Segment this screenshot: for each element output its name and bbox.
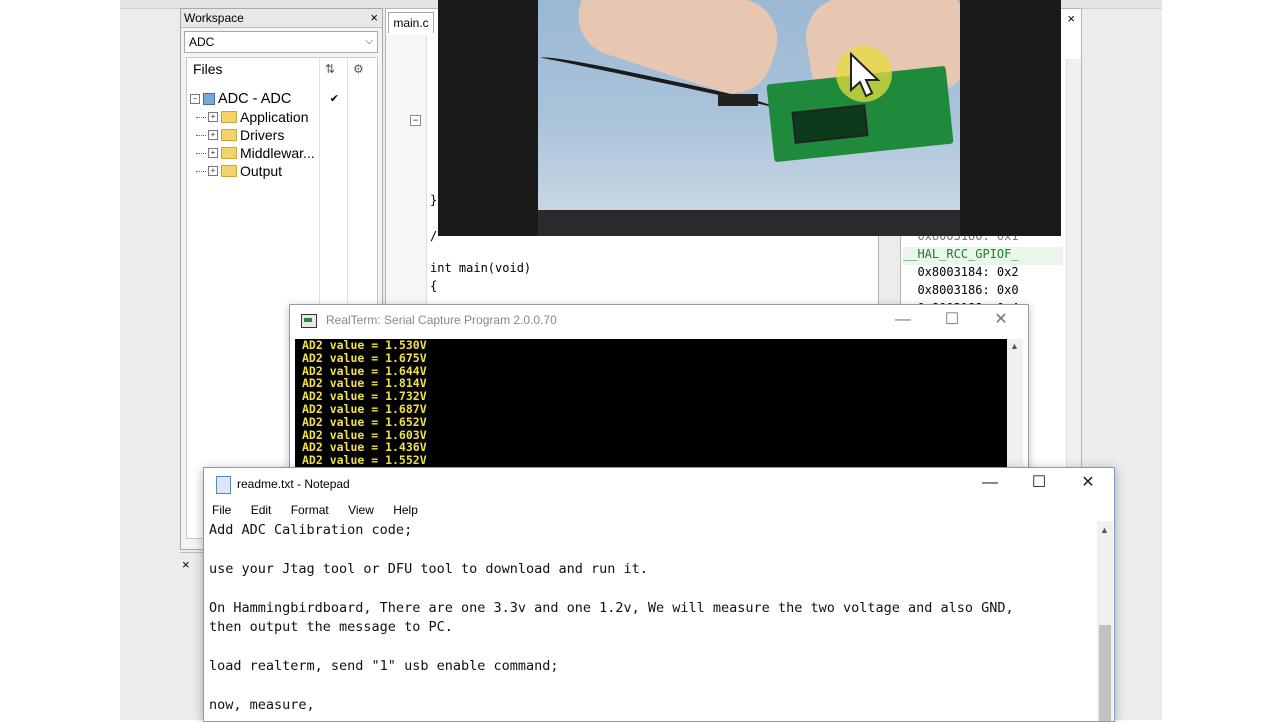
text-line: load realterm, send "1" usb enable comma… xyxy=(209,657,559,674)
minimize-button[interactable]: — xyxy=(975,472,1005,494)
cursor-arrow-icon xyxy=(850,52,881,98)
workspace-title-bar: Workspace × xyxy=(181,9,382,28)
text-line: use your Jtag tool or DFU tool to downlo… xyxy=(209,560,648,577)
maximize-button[interactable]: ☐ xyxy=(1024,472,1054,494)
tree-item-drivers[interactable]: + Drivers xyxy=(190,126,375,144)
realterm-title-bar[interactable]: RealTerm: Serial Capture Program 2.0.0.7… xyxy=(290,305,1028,337)
tree-connector xyxy=(196,170,206,172)
collapse-icon[interactable]: − xyxy=(190,94,200,104)
editor-gutter: − − xyxy=(386,35,427,318)
text-line: now, measure, xyxy=(209,696,315,713)
disassembly-scrollbar[interactable] xyxy=(1066,59,1081,469)
close-button[interactable]: ✕ xyxy=(986,309,1016,331)
disasm-line: 0x8003184: 0x2 xyxy=(903,265,1019,279)
close-button[interactable]: ✕ xyxy=(1073,472,1103,494)
files-header-label: Files xyxy=(193,61,223,77)
tree-connector xyxy=(196,134,206,136)
code-line: } xyxy=(430,193,438,207)
scroll-up-icon[interactable]: ▲ xyxy=(1100,525,1109,535)
realterm-app-icon xyxy=(301,314,317,328)
expand-icon[interactable]: + xyxy=(208,130,218,140)
text-line xyxy=(209,579,1097,598)
sort-icon[interactable]: ⇅ xyxy=(325,58,335,80)
tree-connector xyxy=(196,152,206,154)
notepad-menu-bar: File Edit Format View Help xyxy=(204,500,1114,520)
minimize-button[interactable]: — xyxy=(888,309,918,331)
folder-label: Middlewar... xyxy=(240,145,315,161)
left-margin xyxy=(0,0,120,720)
tree-item-project[interactable]: − ADC - ADC ✔ xyxy=(190,90,375,108)
tree-connector xyxy=(196,116,206,118)
folder-label: Output xyxy=(240,163,283,179)
code-line: { xyxy=(430,279,438,293)
text-line xyxy=(209,676,1097,695)
folder-label: Drivers xyxy=(240,127,285,143)
workspace-config-value: ADC xyxy=(189,35,215,49)
menu-view[interactable]: View xyxy=(340,500,382,520)
notepad-title-bar[interactable]: readme.txt - Notepad — ☐ ✕ xyxy=(204,468,1114,500)
expand-icon[interactable]: + xyxy=(208,166,218,176)
editor-tab-main-c[interactable]: main.c xyxy=(388,12,434,33)
maximize-button[interactable]: ☐ xyxy=(937,309,967,331)
terminal-scrollbar[interactable]: ▲ xyxy=(1007,339,1023,469)
expand-icon[interactable]: + xyxy=(208,148,218,158)
realterm-window: RealTerm: Serial Capture Program 2.0.0.7… xyxy=(289,304,1029,476)
workspace-close-button[interactable]: × xyxy=(367,9,378,27)
check-icon: ✔ xyxy=(329,93,339,105)
realterm-title: RealTerm: Serial Capture Program 2.0.0.7… xyxy=(326,313,557,327)
chevron-down-icon: ⌵ xyxy=(365,36,373,47)
notepad-window: readme.txt - Notepad — ☐ ✕ File Edit For… xyxy=(203,467,1115,722)
video-bottom-bar xyxy=(538,210,960,236)
project-label: ADC - ADC xyxy=(218,91,292,107)
folder-icon xyxy=(221,129,237,141)
text-line: On Hammingbirdboard, There are one 3.3v … xyxy=(209,599,1014,616)
menu-edit[interactable]: Edit xyxy=(243,500,280,520)
menu-help[interactable]: Help xyxy=(385,500,426,520)
code-line: / xyxy=(430,229,438,243)
notepad-title: readme.txt - Notepad xyxy=(237,477,350,491)
text-line xyxy=(209,540,1097,559)
folder-icon xyxy=(221,111,237,123)
options-icon[interactable]: ⚙ xyxy=(353,58,364,80)
terminal-output[interactable]: AD2 value = 1.530V AD2 value = 1.675V AD… xyxy=(295,339,1007,469)
workspace-title: Workspace xyxy=(184,11,244,25)
video-frame xyxy=(538,0,960,210)
notepad-text-area[interactable]: Add ADC Calibration code; use your Jtag … xyxy=(209,521,1097,721)
workspace-config-select[interactable]: ADC ⌵ xyxy=(184,31,378,53)
folder-icon xyxy=(221,147,237,159)
terminal-line: AD2 value = 1.530V xyxy=(302,339,427,352)
notepad-scrollbar[interactable]: ▲ xyxy=(1097,521,1113,721)
tree-item-output[interactable]: + Output xyxy=(190,162,375,180)
expand-icon[interactable]: + xyxy=(208,112,218,122)
scroll-up-icon[interactable]: ▲ xyxy=(1010,341,1019,351)
text-line: then output the message to PC. xyxy=(209,619,453,636)
text-line: Add ADC Calibration code; xyxy=(209,522,413,538)
project-icon xyxy=(203,93,215,105)
usb-plug-image xyxy=(718,94,758,106)
scrollbar-thumb[interactable] xyxy=(1099,625,1111,721)
menu-format[interactable]: Format xyxy=(283,500,337,520)
disassembly-close-button[interactable]: × xyxy=(1067,11,1075,26)
terminal-line: AD2 value = 1.552V xyxy=(302,453,427,468)
text-line xyxy=(209,637,1097,656)
fold-toggle-icon[interactable]: − xyxy=(410,115,421,126)
file-tree-header: Files ⇅ ⚙ xyxy=(187,58,377,538)
notepad-app-icon xyxy=(216,476,231,494)
code-line: int main(void) xyxy=(430,261,532,275)
tree-item-middlewares[interactable]: + Middlewar... xyxy=(190,144,375,162)
terminal-line: AD2 value = 1.675V xyxy=(302,350,427,365)
disasm-line: 0x8003186: 0x0 xyxy=(903,283,1019,297)
terminal-line: AD2 value = 1.652V xyxy=(302,414,427,429)
folder-label: Application xyxy=(240,109,309,125)
file-tree-items: − ADC - ADC ✔ + Application + Drivers + … xyxy=(190,90,375,180)
right-margin xyxy=(1162,0,1280,720)
video-overlay xyxy=(438,0,1061,236)
menu-file[interactable]: File xyxy=(204,500,239,520)
terminal-line: AD2 value = 1.687V xyxy=(302,401,427,416)
tree-item-application[interactable]: + Application xyxy=(190,108,375,126)
lower-pane-close-button[interactable]: × xyxy=(182,557,190,572)
folder-icon xyxy=(221,165,237,177)
disasm-label: __HAL_RCC_GPIOF_ xyxy=(903,247,1063,265)
